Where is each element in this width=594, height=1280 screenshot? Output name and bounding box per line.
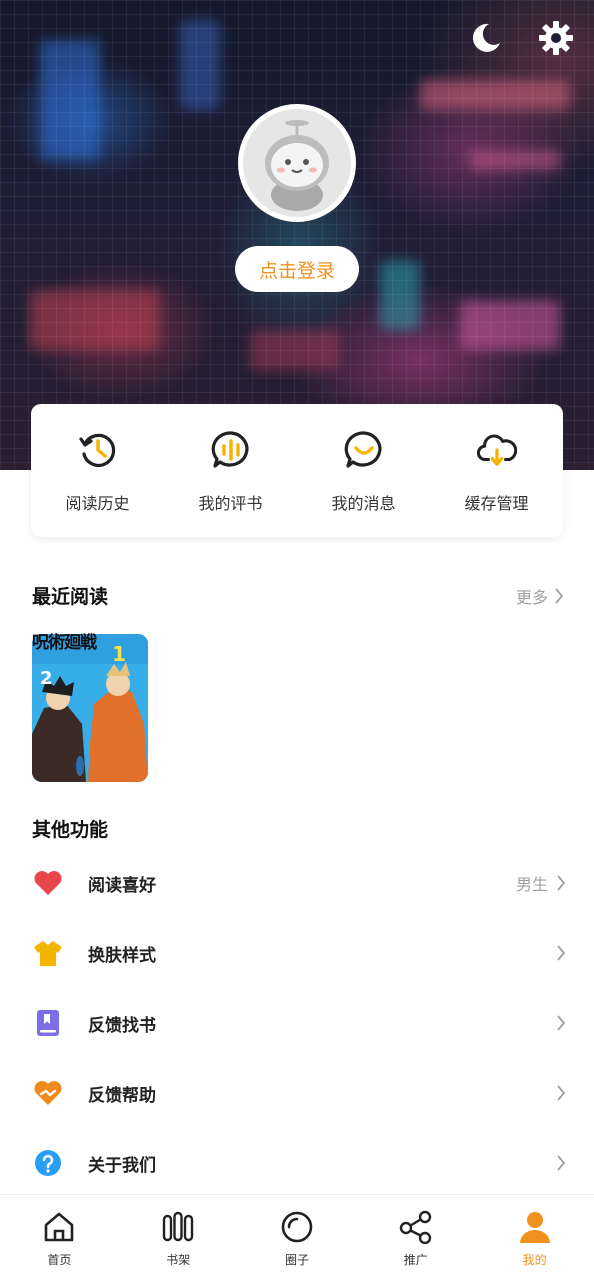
bookshelf-icon <box>160 1209 196 1245</box>
heart-icon <box>32 867 64 899</box>
chevron-right-icon <box>557 945 566 961</box>
quick-action-label: 我的评书 <box>198 494 263 513</box>
function-label: 关于我们 <box>88 1155 156 1176</box>
cover-art: 2 1 <box>32 634 148 782</box>
bookmark-book-icon <box>32 1007 64 1039</box>
function-feedback-book[interactable]: 反馈找书 <box>0 988 594 1058</box>
function-skin-style[interactable]: 换肤样式 <box>0 918 594 988</box>
chevron-right-icon <box>557 1155 566 1171</box>
nav-label: 圈子 <box>284 1253 309 1267</box>
header-actions <box>466 18 576 58</box>
function-reading-preference[interactable]: 阅读喜好 男生 <box>0 848 594 918</box>
chevron-right-icon <box>557 1015 566 1031</box>
shirt-icon <box>32 937 64 969</box>
share-icon <box>398 1209 434 1245</box>
more-label: 更多 <box>515 588 548 607</box>
quick-action-label: 我的消息 <box>331 494 396 513</box>
quick-action-messages[interactable]: 我的消息 <box>297 404 430 537</box>
quick-action-label: 缓存管理 <box>464 494 529 513</box>
more-link[interactable]: 更多 <box>516 584 564 608</box>
nav-label: 首页 <box>47 1253 72 1267</box>
quick-action-reviews[interactable]: 我的评书 <box>164 404 297 537</box>
chevron-right-icon <box>557 1085 566 1101</box>
bg-grid <box>0 0 594 470</box>
profile-header: 点击登录 <box>0 0 594 470</box>
user-icon <box>517 1209 553 1245</box>
nav-mine[interactable]: 我的 <box>475 1195 594 1280</box>
function-feedback-help[interactable]: 反馈帮助 <box>0 1058 594 1128</box>
question-icon <box>32 1147 64 1179</box>
circle-icon <box>279 1209 315 1245</box>
cover-number: 2 <box>40 668 53 689</box>
nav-label: 我的 <box>522 1253 547 1267</box>
function-value: 男生 <box>515 875 548 894</box>
avatar[interactable] <box>238 104 356 222</box>
help-hands-icon <box>32 1077 64 1109</box>
recent-section-title: 最近阅读 <box>32 586 109 608</box>
quick-action-label: 阅读历史 <box>65 494 130 513</box>
message-icon <box>344 430 384 470</box>
moon-icon[interactable] <box>466 18 506 58</box>
cloud-download-icon <box>476 430 517 470</box>
audio-bubble-icon <box>211 430 251 470</box>
function-label: 反馈找书 <box>88 1015 156 1036</box>
chevron-right-icon <box>557 875 566 891</box>
function-label: 阅读喜好 <box>88 875 156 896</box>
function-label: 换肤样式 <box>88 945 156 966</box>
login-button[interactable]: 点击登录 <box>235 246 359 292</box>
function-about-us[interactable]: 关于我们 <box>0 1128 594 1198</box>
gear-icon[interactable] <box>536 18 576 58</box>
default-avatar-icon <box>243 109 351 217</box>
function-label: 反馈帮助 <box>88 1085 156 1106</box>
nav-promote[interactable]: 推广 <box>356 1195 475 1280</box>
nav-label: 推广 <box>403 1253 428 1267</box>
function-list: 阅读喜好 男生 换肤样式 反馈找书 反馈帮助 关于我们 <box>0 848 594 1198</box>
bottom-navigation: 首页 书架 圈子 推广 我的 <box>0 1194 594 1280</box>
quick-action-cache[interactable]: 缓存管理 <box>430 404 563 537</box>
home-icon <box>41 1209 77 1245</box>
chevron-right-icon <box>555 588 564 604</box>
recent-book-cover[interactable]: 2 1 呪術廻戦 <box>32 628 148 782</box>
nav-circle[interactable]: 圈子 <box>238 1195 357 1280</box>
cover-number: 1 <box>112 642 126 666</box>
quick-actions-card: 阅读历史 我的评书 我的消息 缓存管理 <box>31 404 563 537</box>
nav-label: 书架 <box>166 1253 191 1267</box>
other-section-title: 其他功能 <box>32 819 109 841</box>
book-title: 呪術廻戦 <box>32 633 97 653</box>
nav-bookshelf[interactable]: 书架 <box>119 1195 238 1280</box>
quick-action-history[interactable]: 阅读历史 <box>31 404 164 537</box>
history-icon <box>78 430 118 470</box>
nav-home[interactable]: 首页 <box>0 1195 119 1280</box>
